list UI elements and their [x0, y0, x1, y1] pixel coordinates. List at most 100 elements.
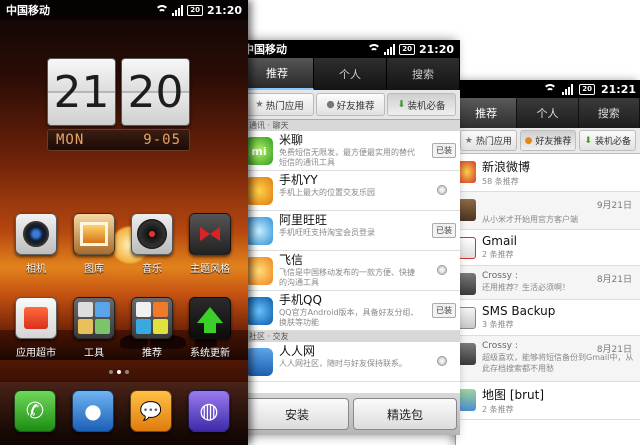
clock-hour: 21	[47, 58, 116, 126]
gmail-icon	[458, 237, 476, 259]
star-icon: ★	[255, 99, 264, 110]
wifi-icon	[368, 44, 381, 54]
tab-search[interactable]: 搜索	[579, 98, 640, 128]
system-update-icon	[189, 297, 231, 339]
select-radio[interactable]	[437, 356, 447, 366]
maps-icon	[458, 389, 476, 411]
camera-app[interactable]: 相机	[14, 213, 58, 275]
dock: ✆ ● 💬 ◍	[0, 382, 248, 445]
segment-control: ★ 热门应用 ● 好友推荐 ⬇ 装机必备	[456, 128, 640, 154]
status-bar: 中国移动 20 21:20	[241, 40, 460, 58]
signal-icon	[384, 43, 396, 55]
gallery-icon	[73, 213, 115, 255]
star-icon: ★	[464, 135, 473, 146]
installed-badge: 已装	[432, 223, 456, 238]
gallery-app[interactable]: 图库	[72, 213, 116, 275]
section-header: 通讯 · 聊天	[241, 120, 460, 131]
segment-hot-apps[interactable]: ★ 热门应用	[460, 130, 517, 151]
camera-icon	[15, 213, 57, 255]
battery-indicator: 20	[399, 43, 415, 55]
carrier-label: 中国移动	[6, 4, 50, 17]
browser-icon[interactable]: ◍	[188, 390, 230, 432]
segment-friends[interactable]: ● 好友推荐	[316, 93, 385, 116]
list-item[interactable]: 人人网 人人网社区，随时与好友保持联系。	[241, 342, 460, 382]
list-item[interactable]: Gmail 2 条推荐	[456, 230, 640, 266]
install-button[interactable]: 安装	[245, 398, 349, 430]
segment-essentials[interactable]: ⬇ 装机必备	[387, 93, 456, 116]
segment-essentials[interactable]: ⬇ 装机必备	[579, 130, 637, 151]
tools-folder[interactable]: 工具	[72, 297, 116, 359]
tab-search[interactable]: 搜索	[387, 58, 460, 90]
qq-icon	[245, 297, 273, 325]
list-item[interactable]: SMS Backup 3 条推荐	[456, 300, 640, 336]
battery-indicator: 20	[579, 83, 595, 95]
contacts-icon[interactable]: ●	[72, 390, 114, 432]
status-time: 21:20	[418, 42, 454, 56]
download-arrow-icon: ⬇	[397, 99, 406, 110]
tab-recommend[interactable]: 推荐	[456, 98, 518, 128]
essentials-screen: 中国移动 20 21:20 推荐 个人 搜索 ★ 热门应用 ● 好友推荐 ⬇ 装机必备…	[240, 40, 460, 435]
battery-indicator: 20	[187, 4, 203, 16]
music-icon	[131, 213, 173, 255]
theme-icon	[189, 213, 231, 255]
wifi-icon	[544, 84, 557, 94]
theme-app[interactable]: 主题风格	[188, 213, 232, 275]
segment-hot-apps[interactable]: ★ 热门应用	[245, 93, 314, 116]
phone-icon[interactable]: ✆	[14, 390, 56, 432]
segment-control: ★ 热门应用 ● 好友推荐 ⬇ 装机必备	[241, 90, 460, 120]
tab-personal[interactable]: 个人	[314, 58, 387, 90]
bottom-action-bar: 安装 精选包	[241, 393, 460, 435]
sms-backup-icon	[458, 307, 476, 329]
segment-friends[interactable]: ● 好友推荐	[519, 130, 577, 151]
download-arrow-icon: ⬇	[584, 135, 592, 146]
signal-icon	[562, 83, 574, 95]
screenshot-collage: 20 21:21 推荐 个人 搜索 ★ 热门应用 ● 好友推荐 ⬇ 装机必备 新浪微博…	[0, 0, 640, 445]
tools-folder-icon	[73, 297, 115, 339]
tab-personal[interactable]: 个人	[517, 98, 579, 128]
top-tabs: 推荐 个人 搜索	[456, 98, 640, 128]
list-item[interactable]: Crossy : 8月21日 超级喜欢，能够将短信备份到Gmail中，从此存档搜…	[456, 336, 640, 382]
list-item[interactable]: mi 米聊 免费短信无限发，最方便最实用的替代短信的通讯工具 已装	[241, 131, 460, 171]
recommend-folder[interactable]: 推荐	[130, 297, 174, 359]
list-item[interactable]: 手机QQ QQ官方Android版本，具备好友分组、换肤等功能 已装	[241, 291, 460, 331]
flip-clock-widget[interactable]: 21 20 MON 9-05	[47, 58, 190, 153]
friend-recommend-list: 新浪微博 58 条推荐 9月21日 从小米才开始用官方客户端 Gmail 2 条…	[456, 154, 640, 420]
weibo-icon	[458, 161, 476, 183]
list-item[interactable]: 手机YY 手机上最大的位置交友乐园	[241, 171, 460, 211]
friends-recommend-screen: 20 21:21 推荐 个人 搜索 ★ 热门应用 ● 好友推荐 ⬇ 装机必备 新浪微博…	[455, 80, 640, 445]
recommend-folder-icon	[131, 297, 173, 339]
app-market-app[interactable]: 应用超市	[14, 297, 58, 359]
list-item[interactable]: 9月21日 从小米才开始用官方客户端	[456, 192, 640, 230]
select-radio[interactable]	[437, 265, 447, 275]
messaging-icon[interactable]: 💬	[130, 390, 172, 432]
fetion-icon	[245, 257, 273, 285]
wangwang-icon	[245, 217, 273, 245]
list-item[interactable]: 飞信 飞信是中国移动发布的一款方便、快捷的沟通工具	[241, 251, 460, 291]
miliao-icon: mi	[245, 137, 273, 165]
system-update-app[interactable]: 系统更新	[188, 297, 232, 359]
clock-date: MON 9-05	[47, 129, 190, 151]
person-icon: ●	[524, 135, 533, 146]
installed-badge: 已装	[432, 143, 456, 158]
avatar	[458, 343, 476, 365]
avatar	[458, 199, 476, 221]
featured-pack-button[interactable]: 精选包	[353, 398, 457, 430]
clock-weekday: MON	[56, 132, 85, 148]
yy-icon	[245, 177, 273, 205]
status-bar: 中国移动 20 21:20	[0, 0, 248, 20]
select-radio[interactable]	[437, 185, 447, 195]
clock-minute: 20	[121, 58, 190, 126]
music-app[interactable]: 音乐	[130, 213, 174, 275]
top-tabs: 推荐 个人 搜索	[241, 58, 460, 90]
avatar	[458, 273, 476, 295]
installed-badge: 已装	[432, 303, 456, 318]
list-item[interactable]: 地图 [brut] 2 条推荐	[456, 382, 640, 420]
person-icon: ●	[326, 99, 335, 110]
list-item[interactable]: 阿里旺旺 手机旺旺支持淘宝会员登录 已装	[241, 211, 460, 251]
list-item[interactable]: 新浪微博 58 条推荐	[456, 154, 640, 192]
status-time: 21:20	[206, 3, 242, 17]
page-indicator	[109, 370, 129, 374]
signal-icon	[172, 4, 184, 16]
list-item[interactable]: Crossy : 8月21日 还用推荐？生活必须啊！	[456, 266, 640, 300]
tab-recommend[interactable]: 推荐	[241, 58, 314, 90]
